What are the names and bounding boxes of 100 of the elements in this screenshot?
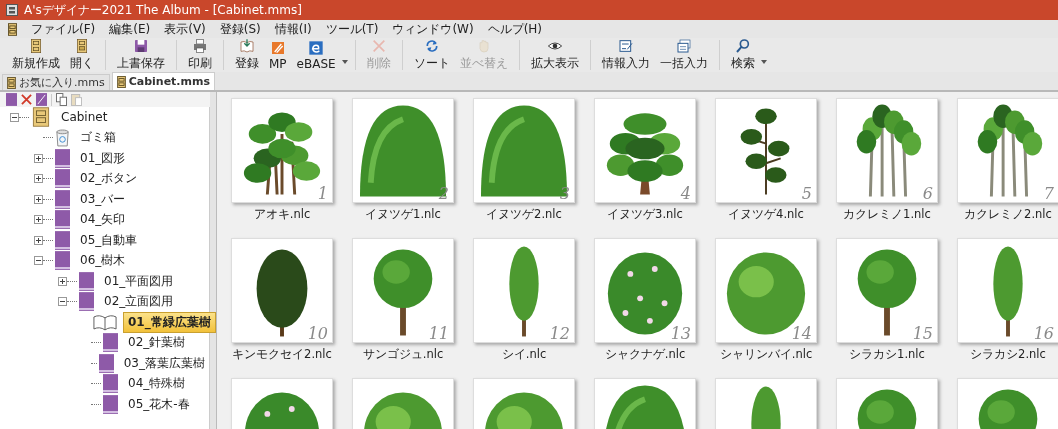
toolbar-button[interactable]: MP (265, 38, 291, 72)
item-number: 16 (1033, 326, 1054, 342)
copy-icon[interactable] (56, 93, 67, 106)
expand-toggle[interactable] (34, 235, 43, 245)
document-tab[interactable]: お気に入り.mms (2, 74, 110, 90)
book-icon (79, 292, 94, 312)
book-icon (103, 333, 118, 353)
menu-item[interactable]: 編集(E) (109, 20, 151, 38)
tree-item[interactable]: 01_図形 (76, 148, 130, 168)
toolbar-button[interactable]: 開く (66, 37, 98, 73)
toolbar-button[interactable]: 検索 (726, 37, 759, 73)
app-icon (6, 4, 18, 16)
item-number: 14 (791, 326, 812, 342)
toolbar-button[interactable]: eBASE (292, 38, 340, 72)
open-book-icon (93, 313, 117, 331)
tree-item[interactable]: 04_矢印 (76, 210, 130, 230)
item-number: 11 (428, 326, 449, 342)
thumbnail-card[interactable]: 6 (836, 98, 938, 203)
tree-item[interactable]: 03_バー (76, 189, 130, 209)
item-number: 12 (549, 326, 570, 342)
toolbar-button[interactable]: 印刷 (184, 37, 216, 73)
file-name: シャリンバイ.nlc (719, 347, 813, 362)
cabinet-icon (28, 38, 44, 54)
toolbar-button[interactable]: 一括入力 (655, 37, 712, 73)
cabinet-icon (74, 38, 90, 54)
cabinet-icon (116, 75, 126, 88)
item-number: 6 (922, 186, 933, 202)
thumbnail-card[interactable]: 16 (957, 238, 1058, 343)
book-icon (103, 394, 118, 414)
file-name: イヌツゲ1.nlc (365, 207, 441, 222)
book-icon (98, 353, 114, 373)
toolbar-button[interactable]: 拡大表示 (526, 37, 583, 73)
book-icon (55, 230, 70, 250)
book-icon (239, 38, 255, 54)
tree-item[interactable]: 02_立面図用 (100, 292, 178, 312)
caret-icon[interactable] (341, 60, 348, 64)
thumbnail-card[interactable]: 13 (594, 238, 696, 343)
expand-toggle[interactable] (34, 174, 43, 184)
book-icon (103, 374, 118, 394)
expand-toggle[interactable] (58, 276, 67, 286)
document-icon (8, 22, 17, 36)
cabinet-icon (31, 107, 51, 128)
tree-item[interactable]: Cabinet (57, 109, 112, 126)
file-name: アオキ.nlc (253, 207, 311, 222)
tree-item[interactable]: 03_落葉広葉樹 (119, 353, 209, 373)
tree-item[interactable]: 01_平面図用 (100, 271, 178, 291)
trash-icon (55, 128, 70, 148)
form-icon (675, 38, 692, 54)
tree-item[interactable]: 02_針葉樹 (124, 333, 190, 353)
expand-toggle[interactable] (34, 194, 43, 204)
thumbnail-card[interactable]: 10 (231, 238, 333, 343)
expand-toggle[interactable] (34, 215, 43, 225)
toolbar-button[interactable]: 登録 (231, 37, 263, 73)
expand-toggle[interactable] (34, 153, 43, 163)
tree-item[interactable]: ゴミ箱 (76, 128, 120, 148)
menu-item[interactable]: 情報(I) (274, 20, 312, 38)
menu-item[interactable]: ウィンドウ(W) (392, 20, 474, 38)
item-number: 5 (801, 186, 812, 202)
item-number: 4 (680, 186, 691, 202)
book-icon (55, 210, 70, 230)
window-title: A'sデザイナー2021 The Album - [Cabinet.mms] (24, 1, 302, 19)
cabinet-icon (7, 76, 16, 89)
tree-item[interactable]: 01_常緑広葉樹 (123, 311, 216, 333)
file-name: カクレミノ1.nlc (843, 207, 931, 222)
caret-icon[interactable] (760, 60, 767, 64)
collapse-toggle[interactable] (34, 256, 43, 266)
thumbnail-card[interactable]: 15 (836, 238, 938, 343)
menu-item[interactable]: ファイル(F) (31, 20, 96, 38)
menu-item[interactable]: 表示(V) (164, 20, 206, 38)
thumbnail-card[interactable]: 7 (957, 98, 1058, 203)
menu-item[interactable]: ヘルプ(H) (487, 20, 542, 38)
tree-item[interactable]: 05_自動車 (76, 230, 142, 250)
toolbar-button[interactable]: 新規作成 (8, 37, 64, 73)
close-icon[interactable] (21, 93, 32, 106)
toolbar-button[interactable]: ソート (409, 37, 454, 73)
tree-item[interactable]: 05_花木-春 (124, 394, 194, 414)
tree-item[interactable]: 02_ボタン (76, 169, 142, 189)
collapse-toggle[interactable] (58, 297, 67, 307)
tree-item[interactable]: 06_樹木 (76, 251, 130, 271)
menu-item[interactable]: 登録(S) (219, 20, 261, 38)
document-tab[interactable]: Cabinet.mms (111, 72, 215, 90)
form-icon (617, 38, 634, 54)
thumbnail-card[interactable]: 1 (231, 98, 333, 203)
collapse-toggle[interactable] (10, 112, 19, 122)
file-name: シラカシ1.nlc (849, 347, 925, 362)
toolbar-button[interactable]: 情報入力 (597, 37, 654, 73)
thumbnail-card[interactable]: 11 (352, 238, 454, 343)
thumbnail-card[interactable]: 5 (715, 98, 817, 203)
book-icon (55, 148, 70, 168)
edit-book-icon[interactable] (36, 93, 47, 106)
file-name: イヌツゲ4.nlc (728, 207, 804, 222)
file-name: サンゴジュ.nlc (362, 347, 444, 362)
item-number: 1 (317, 186, 328, 202)
file-name: カクレミノ2.nlc (964, 207, 1052, 222)
tree-item[interactable]: 04_特殊樹 (124, 374, 190, 394)
e-logo-icon (308, 39, 325, 56)
menu-item[interactable]: ツール(T) (325, 20, 379, 38)
item-number: 7 (1043, 186, 1054, 202)
printer-icon (192, 38, 208, 54)
item-number: 13 (670, 326, 691, 342)
